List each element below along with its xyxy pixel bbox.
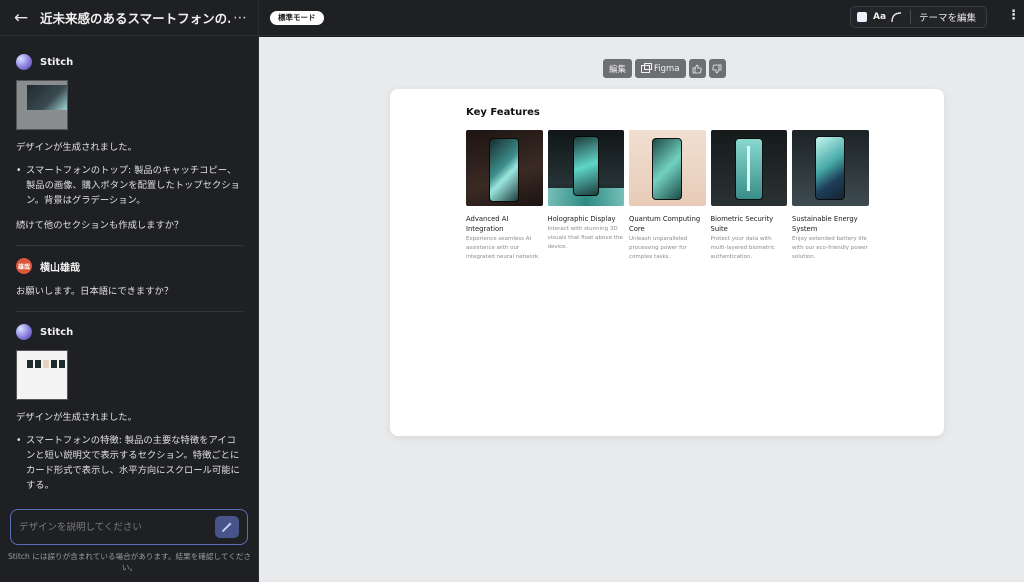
frame-toolbar: 編集 Figma <box>603 59 726 78</box>
separator <box>910 10 912 24</box>
theme-controls: Aa テーマを編集 <box>850 6 987 28</box>
mode-toggle[interactable]: 標準モード <box>270 10 324 25</box>
divider <box>16 245 243 246</box>
design-thumbnail[interactable] <box>16 80 68 130</box>
prompt-input[interactable] <box>19 521 199 533</box>
project-title: 近未来感のあるスマートフォンの... <box>40 11 230 26</box>
sender-name: Stitch <box>40 326 74 338</box>
section-title: Key Features <box>466 107 540 118</box>
features-row: Advanced AI Integration Experience seaml… <box>466 130 869 262</box>
chat-sidebar: ← 近未来感のあるスマートフォンの... ⋯ Stitch デザインが生成されま… <box>0 0 259 582</box>
user-avatar: 雄哉 <box>16 258 32 274</box>
magic-wand-icon <box>222 522 232 532</box>
color-swatch[interactable] <box>857 12 867 22</box>
design-preview-frame[interactable]: Key Features Advanced AI Integration Exp… <box>390 89 944 436</box>
message-header: Stitch <box>16 324 243 340</box>
feature-image <box>792 130 869 206</box>
copy-icon <box>641 62 653 73</box>
message-bullet: スマートフォンの特徴: 製品の主要な特徴をアイコンと短い説明文で表示するセクショ… <box>16 433 243 493</box>
feature-description: Unleash unparalleled processing power fo… <box>629 236 688 260</box>
stitch-avatar <box>16 54 32 70</box>
sender-name: 横山雄哉 <box>40 262 80 274</box>
feature-card: Biometric Security Suite Protect your da… <box>710 130 787 262</box>
chat-history[interactable]: Stitch デザインが生成されました。 スマートフォンのトップ: 製品のキャッ… <box>0 42 259 502</box>
figma-label: Figma <box>654 63 680 74</box>
feature-description: Protect your data with multi-layered bio… <box>710 236 775 260</box>
disclaimer-text: Stitch には誤りが含まれている場合があります。結果を確認してください。 <box>7 552 252 572</box>
feature-image <box>629 130 706 206</box>
sidebar-header: ← 近未来感のあるスマートフォンの... ⋯ <box>0 0 258 36</box>
message-text: お願いします。日本語にできますか？ <box>16 286 174 297</box>
edit-theme-button[interactable]: テーマを編集 <box>919 10 976 24</box>
thumbs-up-button[interactable] <box>688 59 706 78</box>
feature-image <box>466 130 543 206</box>
design-thumbnail[interactable] <box>16 350 68 400</box>
feature-description: Experience seamless AI assistance with o… <box>466 236 540 260</box>
message-header: Stitch <box>16 54 243 70</box>
divider <box>16 311 243 312</box>
message-text: デザインが生成されました。 <box>16 142 137 153</box>
design-canvas[interactable]: 編集 Figma Key Features Advanced AI Integr… <box>259 37 1024 582</box>
feature-image <box>547 130 624 206</box>
sender-name: Stitch <box>40 56 74 68</box>
generate-button[interactable] <box>215 516 239 538</box>
message-bullets: スマートフォンの特徴: 製品の主要な特徴をアイコンと短い説明文で表示するセクショ… <box>16 433 243 493</box>
corner-radius-icon[interactable] <box>890 11 902 23</box>
feature-image <box>710 130 787 206</box>
back-arrow-icon[interactable]: ← <box>10 7 32 29</box>
feature-card: Holographic Display Interact with stunni… <box>547 130 624 262</box>
edit-button[interactable]: 編集 <box>603 59 633 78</box>
message-bullets: スマートフォンのトップ: 製品のキャッチコピー、製品の画像、購入ボタンを配置した… <box>16 163 243 208</box>
feature-name: Biometric Security Suite <box>710 215 774 233</box>
message-followup: 続けて他のセクションも作成しますか？ <box>16 220 184 231</box>
top-bar: 標準モード Aa テーマを編集 ⋮ <box>259 0 1024 36</box>
prompt-input-box <box>10 509 248 545</box>
message-text: デザインが生成されました。 <box>16 412 137 423</box>
feature-card: Sustainable Energy System Enjoy extended… <box>792 130 869 262</box>
feature-description: Interact with stunning 3D visuals that f… <box>547 226 623 250</box>
figma-export-button[interactable]: Figma <box>635 59 686 78</box>
font-selector[interactable]: Aa <box>873 12 886 22</box>
feature-card: Quantum Computing Core Unleash unparalle… <box>629 130 706 262</box>
stitch-avatar <box>16 324 32 340</box>
thumbs-down-icon <box>712 64 722 73</box>
message-header: 雄哉 横山雄哉 <box>16 258 243 274</box>
feature-name: Holographic Display <box>547 215 616 223</box>
feature-card: Advanced AI Integration Experience seaml… <box>466 130 543 262</box>
feature-name: Advanced AI Integration <box>466 215 509 233</box>
feature-description: Enjoy extended battery life with our eco… <box>792 236 868 260</box>
message-bullet: スマートフォンのトップ: 製品のキャッチコピー、製品の画像、購入ボタンを配置した… <box>16 163 243 208</box>
more-vertical-icon[interactable]: ⋮ <box>1007 9 1020 22</box>
more-options-icon[interactable]: ⋯ <box>233 10 248 26</box>
thumbs-down-button[interactable] <box>708 59 726 78</box>
feature-name: Sustainable Energy System <box>792 215 858 233</box>
feature-name: Quantum Computing Core <box>629 215 701 233</box>
thumbs-up-icon <box>692 64 702 73</box>
